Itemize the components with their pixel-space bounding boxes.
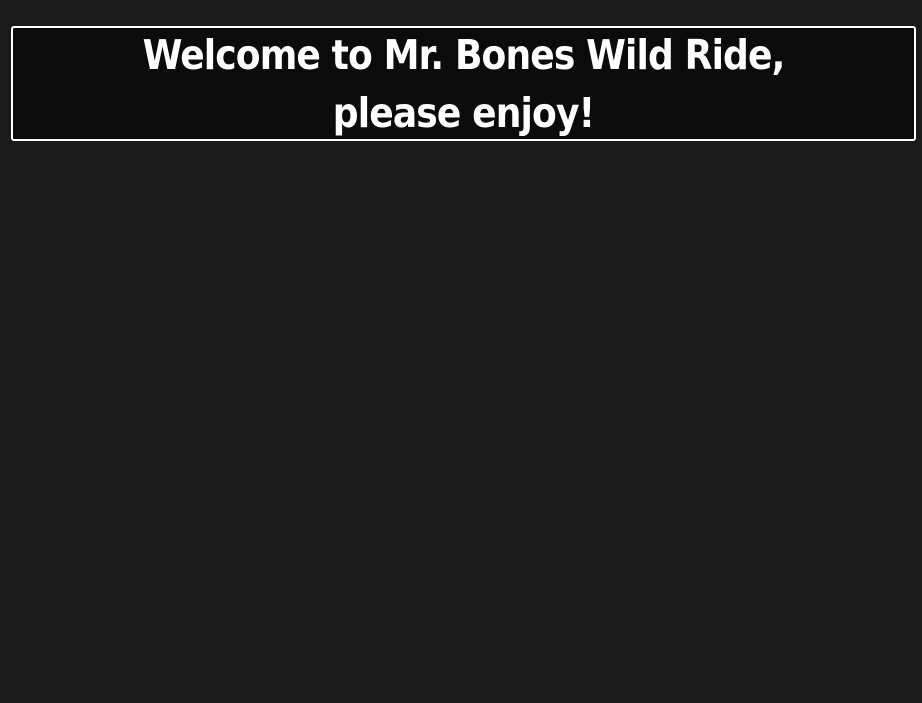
page-background: Welcome to Mr. Bones Wild Ride, please e… (0, 0, 922, 703)
page-title: Welcome to Mr. Bones Wild Ride, please e… (142, 30, 786, 137)
welcome-banner: Welcome to Mr. Bones Wild Ride, please e… (11, 26, 916, 141)
